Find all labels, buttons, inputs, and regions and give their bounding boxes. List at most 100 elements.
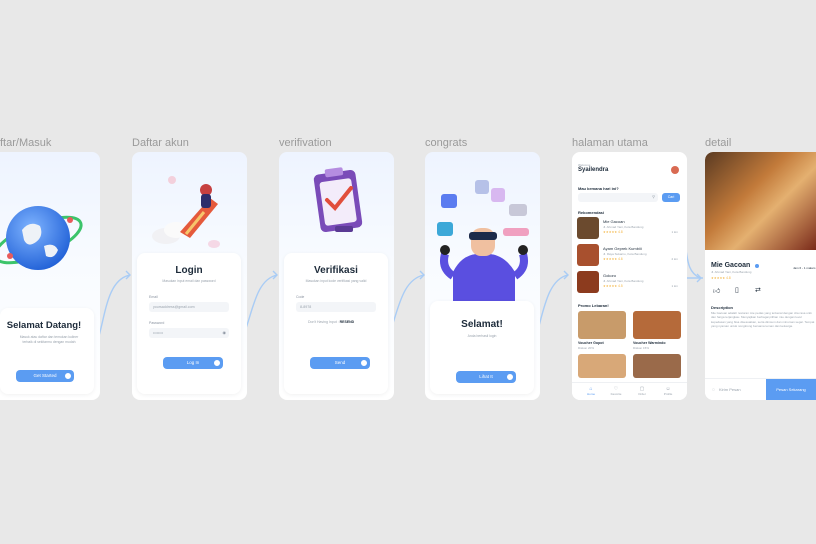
restaurant-distance: 1 km: [671, 230, 678, 234]
detail-rating: ★★★★★ 4.8: [711, 276, 731, 280]
nav-home[interactable]: ⌂ Home: [582, 386, 600, 396]
code-label: Code: [296, 295, 305, 299]
restaurant-name: Mie Gacoan: [603, 219, 625, 224]
nav-order[interactable]: ▢ Order: [633, 386, 651, 396]
eye-icon[interactable]: ◉: [223, 328, 227, 338]
password-value: ••••••••: [153, 331, 164, 335]
detail-action-bar: ◌ Kirim Pesan Pesan Sekarang: [705, 378, 816, 400]
send-button[interactable]: Send: [310, 357, 370, 369]
flow-connectors: [73, 161, 721, 377]
description-title: Description: [711, 305, 734, 310]
login-subtitle: Masukan input email dan password: [162, 279, 216, 283]
lihat-button[interactable]: Lihat It: [456, 371, 516, 383]
search-input[interactable]: ⚲: [578, 193, 658, 202]
promo-image[interactable]: [578, 354, 626, 378]
button-knob: [359, 358, 369, 368]
nav-label: Profile: [663, 392, 673, 396]
promo-name: Voucher Warmindo: [633, 341, 666, 345]
welcome-card: Selamat Datang! Masuk atau daftar dan te…: [0, 308, 94, 394]
button-knob: [505, 372, 515, 382]
list-item[interactable]: Gokoro Jl. Ahmad Yani, Kota Bandung ★★★★…: [577, 271, 682, 295]
restaurant-rating: ★★★★★ 4.5: [603, 284, 623, 288]
user-name: Syailendra: [578, 167, 609, 173]
description-text: Mie Gacoan adalah restoran mie pedas yan…: [711, 311, 815, 329]
screen-congrats: Selamat! Anda berhasil login Lihat It: [425, 152, 540, 400]
welcome-heading: Selamat Datang!: [6, 320, 82, 331]
nav-label: Home: [586, 392, 595, 396]
resend-link[interactable]: RESEND: [340, 320, 355, 324]
nav-favorite[interactable]: ♡ Favorite: [607, 386, 625, 396]
detail-name: Mie Gacoan: [711, 262, 751, 269]
password-field[interactable]: •••••••• ◉: [149, 328, 229, 338]
bookmark-icon[interactable]: ▯: [735, 286, 739, 294]
search-icon: ⚲: [652, 194, 655, 199]
email-field[interactable]: yoursaddress@gmail.com: [149, 302, 229, 312]
promo-image[interactable]: [578, 311, 626, 339]
frame-title-verify: verifivation: [279, 137, 332, 149]
frame-title-detail: detail: [705, 137, 732, 149]
like-icon[interactable]: 👍︎: [713, 286, 720, 295]
promo-image[interactable]: [633, 311, 681, 339]
resend-row: Don't Having Input : RESEND: [308, 320, 354, 324]
chat-icon: ◌: [712, 387, 715, 393]
frame-title-home: halaman utama: [572, 137, 648, 149]
order-now-button[interactable]: Pesan Sekarang: [766, 379, 816, 400]
promo-image[interactable]: [633, 354, 681, 378]
promo-note: Diskon 15%: [633, 346, 650, 350]
screen-home: Welcome Syailendra Mau kemana hari ini? …: [572, 152, 687, 400]
congrats-subtitle: Anda berhasil login: [467, 334, 497, 338]
welcome-description: Masuk atau daftar dan temukan kuliner te…: [19, 335, 79, 344]
avatar[interactable]: [671, 166, 679, 174]
restaurant-address: Jl. Ahmad Yani, Kota Bandung: [603, 279, 644, 283]
congrats-heading: Selamat!: [461, 319, 503, 330]
detail-address: Jl. Ahmad Yani, Kota Bandung: [711, 270, 752, 274]
verify-subtitle: Masukan input kode verifikasi yang valid: [305, 279, 367, 283]
screen-detail: Mie Gacoan Jl. Ahmad Yani, Kota Bandung …: [705, 152, 816, 400]
verify-heading: Verifikasi: [314, 265, 358, 276]
nav-label: Order: [638, 392, 646, 396]
promo-name: Voucher Gopot: [578, 341, 604, 345]
password-label: Password: [149, 321, 165, 325]
restaurant-distance: 1 km: [671, 284, 678, 288]
rocket-illustration: [152, 176, 220, 248]
restaurant-name: Ayam Geprek Kumbiii: [603, 246, 642, 251]
list-item[interactable]: Ayam Geprek Kumbiii Jl. Raya Sukarno, Ko…: [577, 244, 682, 268]
restaurant-address: Jl. Ahmad Yani, Kota Bandung: [603, 225, 644, 229]
list-item[interactable]: Mie Gacoan Jl. Ahmad Yani, Kota Bandung …: [577, 217, 682, 241]
restaurant-thumb: [577, 271, 599, 293]
screen-verify: Verifikasi Masukan input kode verifikasi…: [279, 152, 394, 400]
login-card: Login Masukan input email dan password E…: [137, 253, 241, 394]
vr-person-illustration: [437, 180, 529, 302]
globe-illustration: [0, 206, 83, 270]
screen-welcome: Selamat Datang! Masuk atau daftar dan te…: [0, 152, 100, 400]
lihat-button-label: Lihat It: [479, 374, 493, 379]
detail-hours: Jam 6 - 1 malam: [793, 266, 816, 270]
search-button[interactable]: Cari: [662, 193, 680, 202]
question-text: Mau kemana hari ini?: [578, 186, 619, 191]
login-heading: Login: [175, 265, 203, 276]
resend-text: Don't Having Input :: [308, 320, 339, 324]
restaurant-thumb: [577, 217, 599, 239]
restaurant-rating: ★★★★★ 4.8: [603, 230, 623, 234]
nav-profile[interactable]: ☺ Profile: [659, 386, 677, 396]
get-started-button[interactable]: Get Started: [16, 370, 74, 382]
button-knob: [63, 371, 73, 381]
nav-label: Favorite: [610, 392, 622, 396]
restaurant-address: Jl. Raya Sukarno, Kota Bandung: [603, 252, 647, 256]
restaurant-thumb: [577, 244, 599, 266]
promo-title: Promo Lebaran!: [578, 303, 609, 308]
verify-card: Verifikasi Masukan input kode verifikasi…: [284, 253, 388, 394]
food-photo: [705, 152, 816, 250]
restaurant-name: Gokoro: [603, 273, 617, 278]
login-button[interactable]: Log In: [163, 357, 223, 369]
clipboard-illustration: [313, 167, 363, 232]
code-field[interactable]: 8-8978: [296, 302, 376, 312]
restaurant-rating: ★★★★★ 4.6: [603, 257, 623, 261]
promo-note: Diskon 20%: [578, 346, 595, 350]
message-placeholder: Kirim Pesan: [719, 387, 741, 392]
message-input[interactable]: ◌ Kirim Pesan: [709, 383, 763, 397]
bottom-nav: ⌂ Home ♡ Favorite ▢ Order ☺ Profile: [572, 382, 687, 400]
share-icon[interactable]: ⇄: [755, 286, 761, 294]
get-started-label: Get Started: [33, 373, 57, 378]
button-knob: [212, 358, 222, 368]
